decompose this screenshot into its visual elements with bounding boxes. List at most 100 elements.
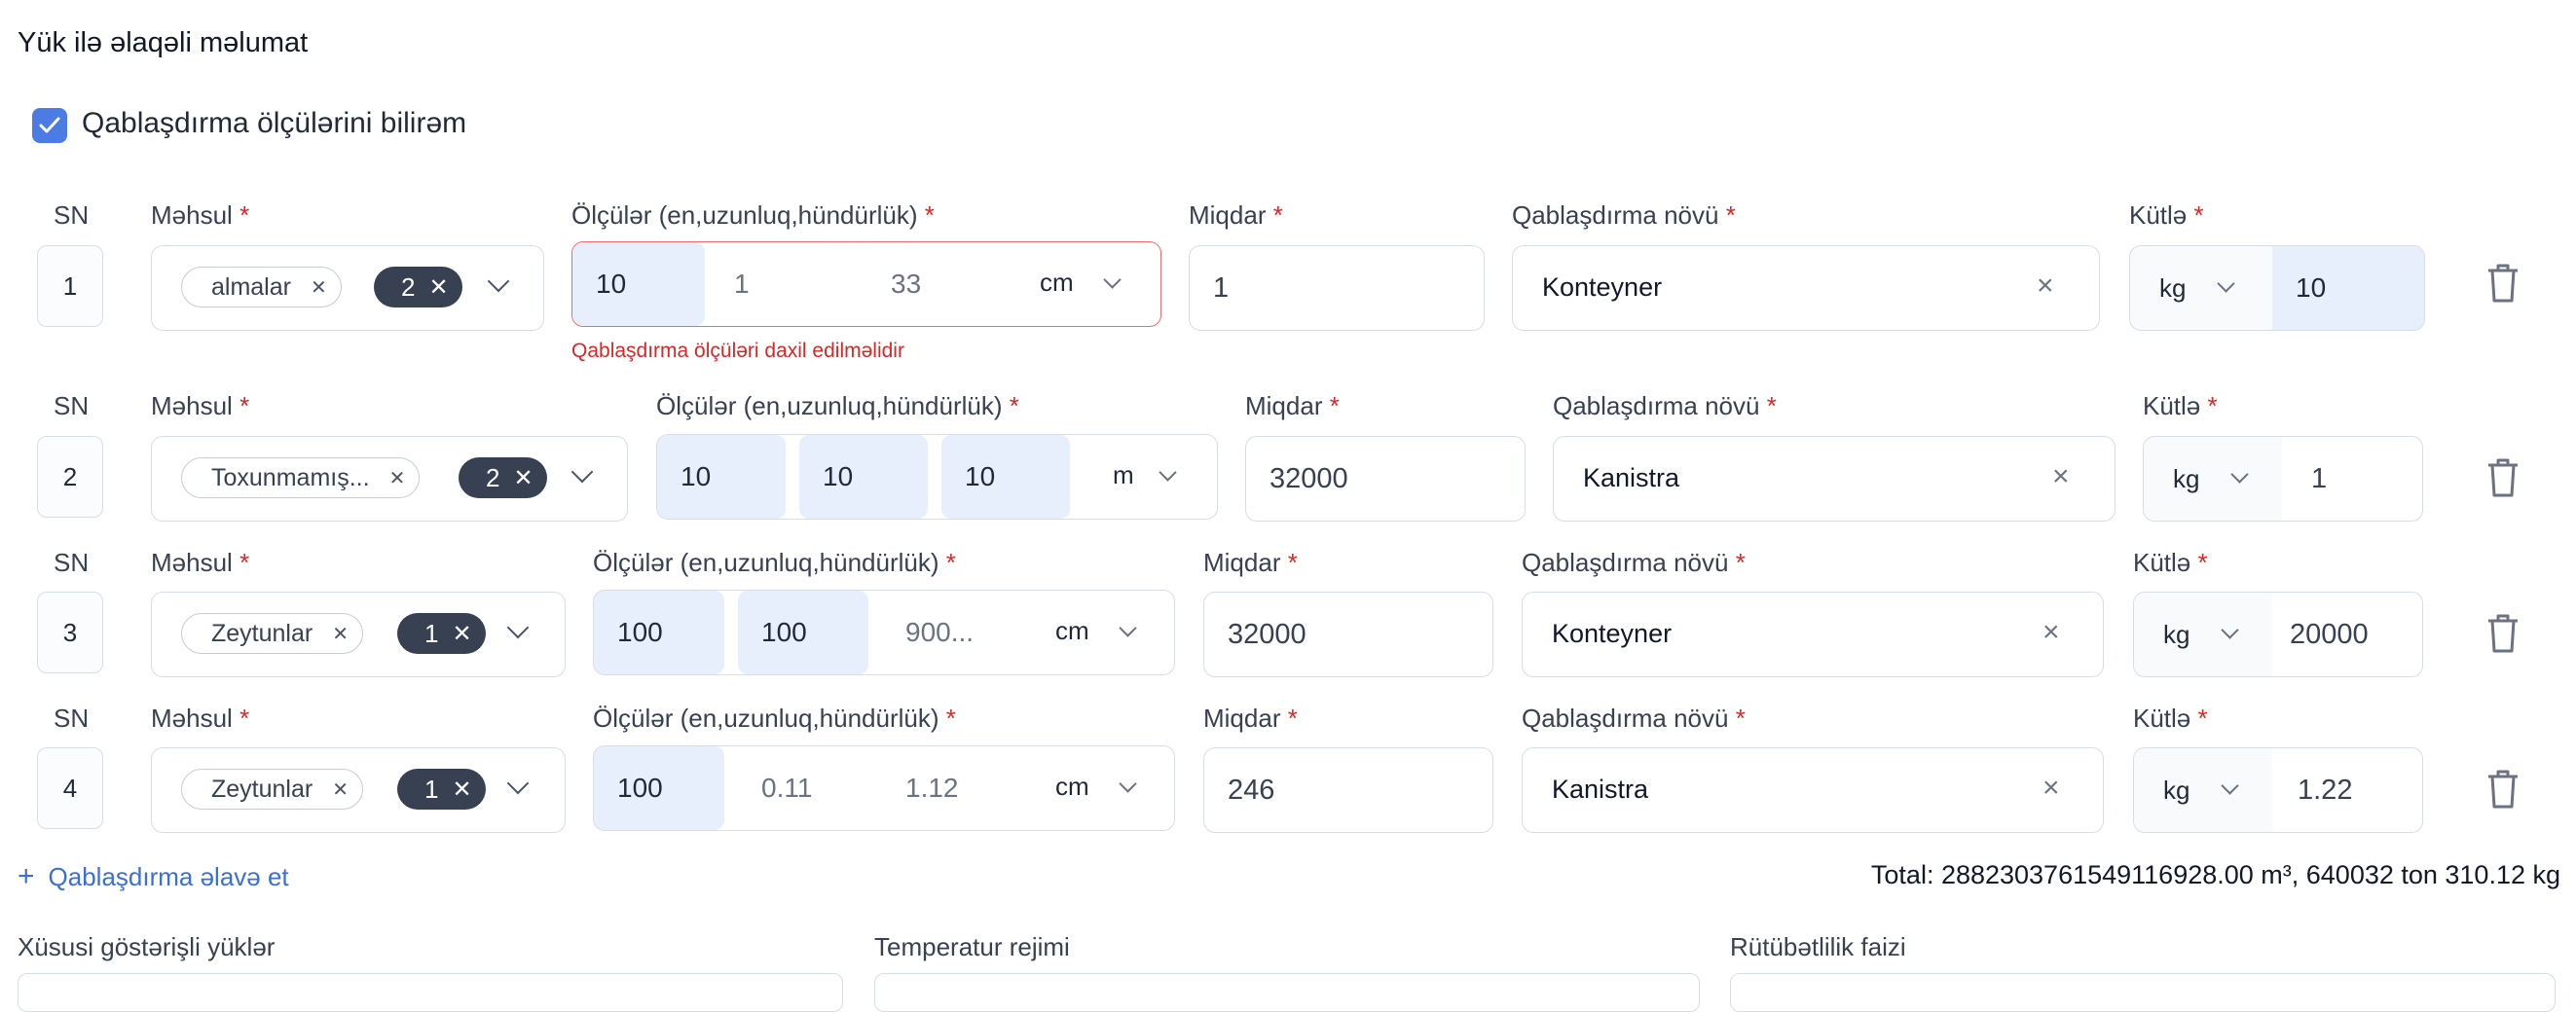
remove-tag-icon[interactable]: ✕ <box>311 275 327 300</box>
add-package-button[interactable]: + Qablaşdırma əlavə et <box>18 860 289 893</box>
clear-count-icon[interactable]: ✕ <box>513 464 533 492</box>
weight-label: Kütlə * <box>2143 391 2218 420</box>
length-input[interactable]: 1 <box>705 242 851 326</box>
chevron-down-icon[interactable] <box>487 270 510 293</box>
clear-icon[interactable]: × <box>2052 460 2070 493</box>
delete-row-icon[interactable] <box>2485 263 2521 304</box>
package-type-select[interactable]: Konteyner × <box>1512 245 2100 331</box>
check-icon <box>39 117 60 133</box>
weight-unit-select[interactable]: kg <box>2173 464 2199 494</box>
chevron-down-icon[interactable] <box>506 616 530 639</box>
weight-input-group[interactable]: kg 1.22 <box>2133 747 2423 833</box>
row-sn: 2 <box>37 436 103 518</box>
quantity-label: Miqdar * <box>1245 391 1340 420</box>
product-select[interactable]: Zeytunlar ✕ 1 ✕ <box>151 747 566 833</box>
clear-count-icon[interactable]: ✕ <box>452 620 471 648</box>
weight-unit-select[interactable]: kg <box>2163 776 2190 806</box>
quantity-label: Miqdar * <box>1203 704 1298 733</box>
dimensions-label: Ölçülər (en,uzunluq,hündürlük) * <box>571 200 935 230</box>
chevron-down-icon[interactable] <box>1159 463 1177 482</box>
quantity-input[interactable]: 32000 <box>1203 592 1493 677</box>
humidity-percent-label: Rütübətlilik faizi <box>1730 932 1906 961</box>
weight-input-group[interactable]: kg 1 <box>2143 436 2423 522</box>
chevron-down-icon[interactable] <box>1119 619 1137 637</box>
weight-input[interactable]: 1 <box>2311 463 2327 495</box>
weight-input[interactable]: 10 <box>2272 246 2424 330</box>
height-input[interactable]: 33 <box>860 242 1006 326</box>
width-input[interactable]: 10 <box>572 242 705 326</box>
package-type-label: Qablaşdırma növü * <box>1512 200 1736 230</box>
quantity-input[interactable]: 1 <box>1189 245 1485 331</box>
weight-unit-area <box>2134 748 2272 832</box>
package-type-select[interactable]: Kanistra × <box>1522 747 2104 833</box>
package-type-select[interactable]: Kanistra × <box>1553 436 2116 522</box>
clear-icon[interactable]: × <box>2037 270 2054 303</box>
sn-label: SN <box>54 391 90 420</box>
chevron-down-icon[interactable] <box>506 772 530 795</box>
length-input[interactable]: 100 <box>738 591 868 674</box>
dimensions-input-group[interactable]: 10 10 10 m <box>656 434 1218 520</box>
weight-label: Kütlə * <box>2129 200 2204 230</box>
height-input[interactable]: 1.12 <box>882 746 1012 830</box>
product-count-pill: 2 ✕ <box>459 457 547 498</box>
weight-input-group[interactable]: kg 20000 <box>2133 592 2423 677</box>
quantity-input[interactable]: 246 <box>1203 747 1493 833</box>
delete-row-icon[interactable] <box>2485 613 2521 654</box>
special-cargo-label: Xüsusi göstərişli yüklər <box>18 932 276 961</box>
dim-unit-select[interactable]: cm <box>1055 616 1089 646</box>
height-input[interactable]: 900... <box>882 591 1012 674</box>
package-type-select[interactable]: Konteyner × <box>1522 592 2104 677</box>
product-select[interactable]: Zeytunlar ✕ 1 ✕ <box>151 592 566 677</box>
temperature-mode-select[interactable] <box>874 973 1700 1012</box>
product-tag: Zeytunlar ✕ <box>181 769 363 810</box>
product-label: Məhsul * <box>151 548 250 577</box>
length-input[interactable]: 0.11 <box>738 746 868 830</box>
row-sn: 1 <box>37 245 103 327</box>
weight-input-group[interactable]: kg 10 <box>2129 245 2425 331</box>
row-sn: 4 <box>37 747 103 829</box>
product-select[interactable]: Toxunmamış... ✕ 2 ✕ <box>151 436 628 522</box>
dimensions-known-checkbox[interactable] <box>32 108 67 143</box>
remove-tag-icon[interactable]: ✕ <box>332 622 349 646</box>
clear-icon[interactable]: × <box>2042 616 2060 649</box>
delete-row-icon[interactable] <box>2485 457 2521 498</box>
chevron-down-icon[interactable] <box>1119 775 1137 793</box>
clear-count-icon[interactable]: ✕ <box>452 776 471 804</box>
clear-count-icon[interactable]: ✕ <box>428 273 448 302</box>
sn-label: SN <box>54 200 90 230</box>
width-input[interactable]: 100 <box>594 591 724 674</box>
dimensions-known-label: Qablaşdırma ölçülərini bilirəm <box>82 107 467 139</box>
package-type-label: Qablaşdırma növü * <box>1522 704 1746 733</box>
length-input[interactable]: 10 <box>799 435 928 519</box>
remove-tag-icon[interactable]: ✕ <box>332 777 349 802</box>
dimensions-input-group[interactable]: 100 0.11 1.12 cm <box>593 745 1175 831</box>
product-select[interactable]: almalar ✕ 2 ✕ <box>151 245 544 331</box>
chevron-down-icon[interactable] <box>2217 274 2235 293</box>
weight-input[interactable]: 20000 <box>2290 619 2369 651</box>
weight-unit-select[interactable]: kg <box>2159 273 2186 304</box>
weight-input[interactable]: 1.22 <box>2298 775 2352 807</box>
weight-unit-area <box>2134 593 2272 676</box>
dimensions-input-group[interactable]: 10 1 33 cm <box>571 241 1161 327</box>
clear-icon[interactable]: × <box>2042 772 2060 805</box>
dim-unit-select[interactable]: cm <box>1040 268 1074 298</box>
humidity-percent-input[interactable] <box>1730 973 2556 1012</box>
weight-label: Kütlə * <box>2133 704 2208 733</box>
special-cargo-select[interactable] <box>18 973 843 1012</box>
delete-row-icon[interactable] <box>2485 769 2521 810</box>
dim-unit-select[interactable]: m <box>1113 460 1134 490</box>
quantity-label: Miqdar * <box>1203 548 1298 577</box>
dimensions-input-group[interactable]: 100 100 900... cm <box>593 590 1175 675</box>
quantity-input[interactable]: 32000 <box>1245 436 1526 522</box>
width-input[interactable]: 10 <box>657 435 786 519</box>
chevron-down-icon[interactable] <box>1103 271 1122 289</box>
weight-unit-select[interactable]: kg <box>2163 620 2190 650</box>
row-sn: 3 <box>37 592 103 673</box>
dim-unit-select[interactable]: cm <box>1055 772 1089 802</box>
product-count-pill: 2 ✕ <box>374 267 462 307</box>
remove-tag-icon[interactable]: ✕ <box>389 466 406 490</box>
height-input[interactable]: 10 <box>941 435 1070 519</box>
width-input[interactable]: 100 <box>594 746 724 830</box>
product-count-pill: 1 ✕ <box>397 613 486 654</box>
chevron-down-icon[interactable] <box>570 460 594 484</box>
